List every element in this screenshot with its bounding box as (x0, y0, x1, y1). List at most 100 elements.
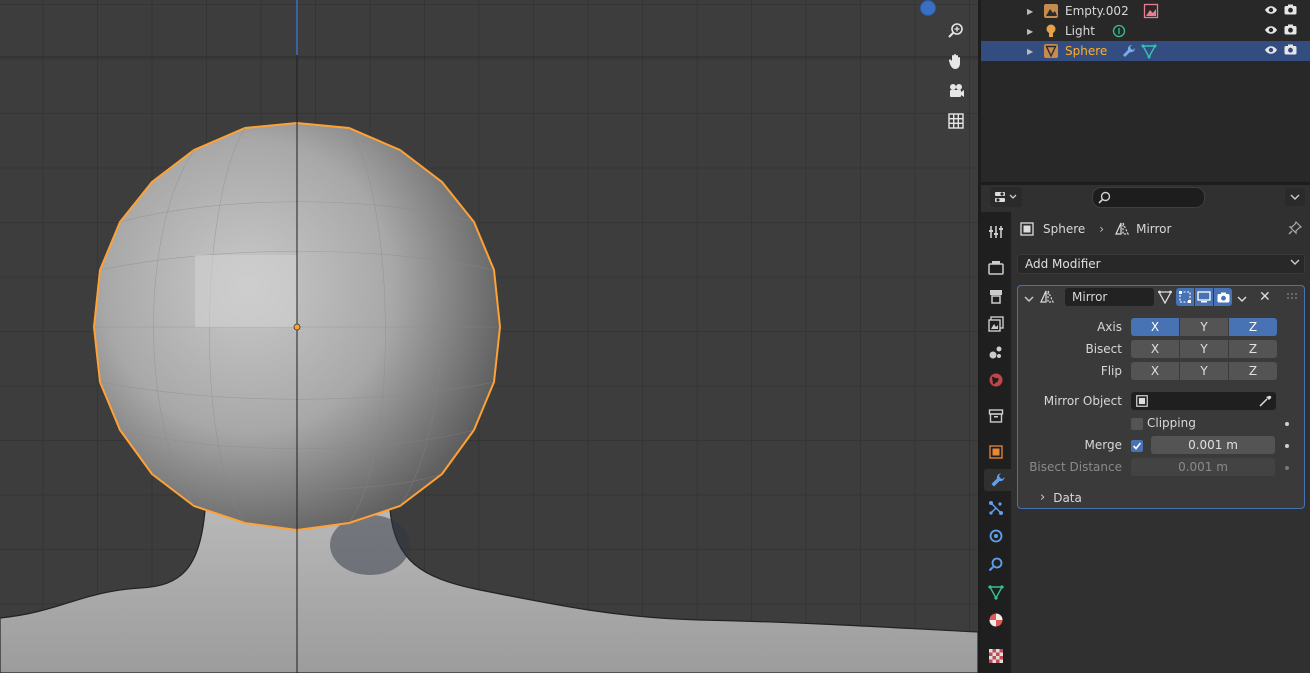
expand-arrow-icon[interactable]: ▶ (1027, 27, 1033, 36)
outliner-row-empty[interactable]: ▶ Empty.002 (981, 1, 1310, 21)
merge-distance-field[interactable]: 0.001 m (1151, 436, 1275, 454)
render-camera-icon[interactable] (1284, 44, 1297, 58)
search-icon (1098, 191, 1111, 204)
data-subpanel-header[interactable]: › Data (1040, 490, 1082, 505)
drag-handle-icon[interactable] (1286, 290, 1298, 304)
flip-label: Flip (1100, 364, 1122, 378)
axis-x-toggle[interactable]: X (1131, 318, 1180, 336)
world-tab-icon[interactable] (984, 369, 1008, 391)
expand-arrow-icon[interactable]: ▶ (1027, 7, 1033, 16)
bisect-distance-label: Bisect Distance (1029, 460, 1122, 474)
breadcrumb-object: Sphere (1043, 222, 1086, 236)
bisect-z-toggle[interactable]: Z (1229, 340, 1277, 358)
chevron-down-icon[interactable] (1285, 188, 1305, 206)
bisect-label: Bisect (1085, 342, 1122, 356)
constraints-tab-icon[interactable] (984, 553, 1008, 575)
modifier-tab-wrench-icon[interactable] (984, 469, 1011, 491)
add-modifier-dropdown[interactable]: Add Modifier (1017, 254, 1305, 274)
eye-icon[interactable] (1264, 44, 1278, 58)
render-toggle-camera-icon[interactable] (1214, 288, 1232, 306)
outliner-item-label: Light (1065, 24, 1095, 38)
chevron-right-icon: › (1040, 490, 1046, 505)
body-mesh (0, 509, 978, 673)
mesh-data-icon[interactable] (1141, 43, 1157, 59)
bisect-y-toggle[interactable]: Y (1180, 340, 1229, 358)
keyframe-dot-icon[interactable] (1285, 422, 1289, 426)
flip-x-toggle[interactable]: X (1131, 362, 1180, 380)
collapse-chevron-icon[interactable] (1024, 292, 1034, 306)
scene-render (0, 0, 978, 673)
light-bulb-icon (1043, 23, 1059, 39)
light-data-icon[interactable] (1111, 23, 1127, 39)
bisect-distance-field[interactable]: 0.001 m (1131, 458, 1275, 476)
zoom-icon[interactable] (943, 17, 969, 43)
ortho-grid-icon[interactable] (943, 108, 969, 134)
mirror-modifier-panel: Mirror ✕ Axis X Y Z Bisect X Y Z Flip X … (1017, 285, 1305, 509)
pin-icon[interactable] (1287, 220, 1303, 239)
wrench-modifier-icon[interactable] (1121, 43, 1137, 59)
edit-mode-toggle-icon[interactable] (1176, 288, 1194, 306)
edit-mode-cage-icon[interactable] (1156, 288, 1174, 306)
chevron-down-icon (1290, 258, 1300, 269)
bisect-x-toggle[interactable]: X (1131, 340, 1180, 358)
modifier-name-field[interactable]: Mirror (1065, 288, 1154, 306)
realtime-display-icon[interactable] (1195, 288, 1213, 306)
search-input[interactable] (1092, 187, 1205, 208)
axis-y-toggle[interactable]: Y (1180, 318, 1229, 336)
checkmark-icon (1132, 442, 1142, 450)
axis-gizmo-z[interactable] (920, 0, 936, 16)
chevron-down-icon[interactable] (1237, 292, 1247, 306)
flip-y-toggle[interactable]: Y (1180, 362, 1229, 380)
axis-toggle-group: X Y Z (1131, 318, 1277, 336)
scene-tab-icon[interactable] (984, 341, 1008, 363)
empty-image-icon (1043, 3, 1059, 19)
camera-view-icon[interactable] (943, 78, 969, 104)
mesh-data-tab-icon[interactable] (984, 581, 1008, 603)
outliner-row-sphere[interactable]: ▶ Sphere (981, 41, 1310, 61)
mirror-modifier-icon (1115, 222, 1130, 235)
texture-tab-icon[interactable] (984, 645, 1008, 667)
view-layer-tab-icon[interactable] (984, 313, 1008, 335)
mirror-object-field[interactable] (1131, 392, 1276, 410)
3d-viewport[interactable] (0, 0, 978, 673)
particles-tab-icon[interactable] (984, 497, 1008, 519)
axis-z-toggle[interactable]: Z (1229, 318, 1277, 336)
axis-label: Axis (1097, 320, 1122, 334)
close-icon[interactable]: ✕ (1259, 289, 1271, 305)
outliner-item-label: Sphere (1065, 44, 1108, 58)
breadcrumb: Sphere › Mirror (1019, 220, 1171, 238)
flip-z-toggle[interactable]: Z (1229, 362, 1277, 380)
object-tab-icon[interactable] (984, 441, 1008, 463)
collection-tab-icon[interactable] (984, 405, 1008, 427)
render-tab-icon[interactable] (984, 257, 1008, 279)
keyframe-dot-icon[interactable] (1285, 444, 1289, 448)
material-tab-icon[interactable] (984, 609, 1008, 631)
eyedropper-icon[interactable] (1258, 394, 1272, 408)
data-subpanel-label: Data (1053, 490, 1082, 505)
eye-icon[interactable] (1264, 4, 1278, 18)
image-data-icon[interactable] (1143, 3, 1159, 19)
output-tab-icon[interactable] (984, 285, 1008, 307)
clipping-label: Clipping (1147, 416, 1196, 430)
pan-hand-icon[interactable] (943, 48, 969, 74)
mirror-modifier-icon (1039, 289, 1055, 308)
merge-label: Merge (1084, 438, 1122, 452)
render-camera-icon[interactable] (1284, 24, 1297, 38)
eye-icon[interactable] (1264, 24, 1278, 38)
modifier-name-text: Mirror (1072, 290, 1108, 304)
clipping-checkbox[interactable] (1131, 418, 1143, 430)
mirror-object-label: Mirror Object (1043, 394, 1122, 408)
outliner-row-light[interactable]: ▶ Light (981, 21, 1310, 41)
render-camera-icon[interactable] (1284, 4, 1297, 18)
editor-type-dropdown[interactable] (990, 187, 1022, 207)
object-icon (1020, 222, 1034, 236)
keyframe-dot-icon[interactable] (1285, 466, 1289, 470)
object-icon (1136, 395, 1148, 407)
flip-toggle-group: X Y Z (1131, 362, 1277, 380)
add-modifier-label: Add Modifier (1025, 257, 1101, 271)
expand-arrow-icon[interactable]: ▶ (1027, 47, 1033, 56)
tool-tab-icon[interactable] (984, 221, 1008, 243)
chevron-right-icon: › (1099, 222, 1105, 236)
physics-tab-icon[interactable] (984, 525, 1008, 547)
merge-checkbox[interactable] (1131, 440, 1143, 452)
